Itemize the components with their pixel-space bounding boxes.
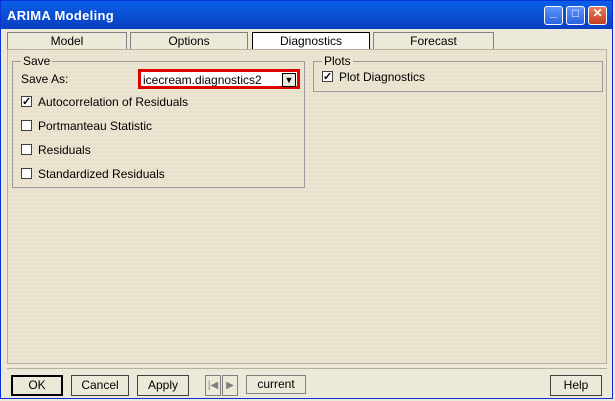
prev-nav-button: ▶ xyxy=(222,375,238,396)
first-icon: |◀ xyxy=(207,380,219,391)
checkbox-label: Portmanteau Statistic xyxy=(38,119,153,133)
close-icon: ✕ xyxy=(592,6,603,20)
title-bar[interactable]: ARIMA Modeling _ □ ✕ xyxy=(1,1,612,29)
dropdown-arrow-icon[interactable]: ▼ xyxy=(282,73,296,87)
tab-diagnostics[interactable]: Diagnostics xyxy=(252,32,370,50)
button-bar: OK Cancel Apply |◀ ▶ current Help xyxy=(7,368,607,399)
checkbox-residuals[interactable]: Residuals xyxy=(21,141,91,159)
window-title: ARIMA Modeling xyxy=(7,8,114,23)
tab-forecast[interactable]: Forecast xyxy=(373,32,494,49)
tab-model[interactable]: Model xyxy=(7,32,127,49)
checkbox-box[interactable] xyxy=(21,120,32,132)
current-field: current xyxy=(246,375,306,394)
minimize-button[interactable]: _ xyxy=(544,5,563,25)
plots-group: Plots Plot Diagnostics xyxy=(313,54,603,92)
checkbox-autocorrelation-of-residuals[interactable]: Autocorrelation of Residuals xyxy=(21,93,188,111)
cancel-button[interactable]: Cancel xyxy=(71,375,129,396)
arima-modeling-window: ARIMA Modeling _ □ ✕ Model Options Diagn… xyxy=(0,0,613,399)
checkbox-box[interactable] xyxy=(322,68,333,86)
checkbox-box[interactable] xyxy=(21,93,32,111)
checkbox-label: Residuals xyxy=(38,143,91,157)
checkbox-label: Plot Diagnostics xyxy=(339,70,426,84)
diagnostics-panel: Save Save As: Autocorrelation of Residua… xyxy=(7,49,607,364)
checkbox-portmanteau-statistic[interactable]: Portmanteau Statistic xyxy=(21,117,152,135)
save-as-label: Save As: xyxy=(21,72,69,86)
minimize-icon: _ xyxy=(550,5,557,19)
checkbox-plot-diagnostics[interactable]: Plot Diagnostics xyxy=(322,68,425,86)
plots-group-legend: Plots xyxy=(322,54,353,68)
apply-button[interactable]: Apply xyxy=(137,375,189,396)
maximize-button[interactable]: □ xyxy=(566,6,585,25)
ok-button[interactable]: OK xyxy=(11,375,63,396)
checkbox-box[interactable] xyxy=(21,144,32,156)
maximize-icon: □ xyxy=(571,6,580,20)
checkbox-standardized-residuals[interactable]: Standardized Residuals xyxy=(21,165,165,183)
save-as-combobox[interactable]: icecream.diagnostics2 ▼ xyxy=(138,69,300,89)
first-nav-button: |◀ xyxy=(205,375,221,396)
checkbox-box[interactable] xyxy=(21,168,32,180)
help-button[interactable]: Help xyxy=(550,375,602,396)
save-group-legend: Save xyxy=(21,54,53,68)
checkbox-label: Standardized Residuals xyxy=(38,167,165,181)
close-button[interactable]: ✕ xyxy=(588,6,607,25)
prev-icon: ▶ xyxy=(226,380,234,391)
tab-options[interactable]: Options xyxy=(130,32,248,49)
tab-strip: Model Options Diagnostics Forecast xyxy=(7,32,607,50)
save-as-input[interactable]: icecream.diagnostics2 xyxy=(143,73,262,87)
checkbox-label: Autocorrelation of Residuals xyxy=(38,95,189,109)
